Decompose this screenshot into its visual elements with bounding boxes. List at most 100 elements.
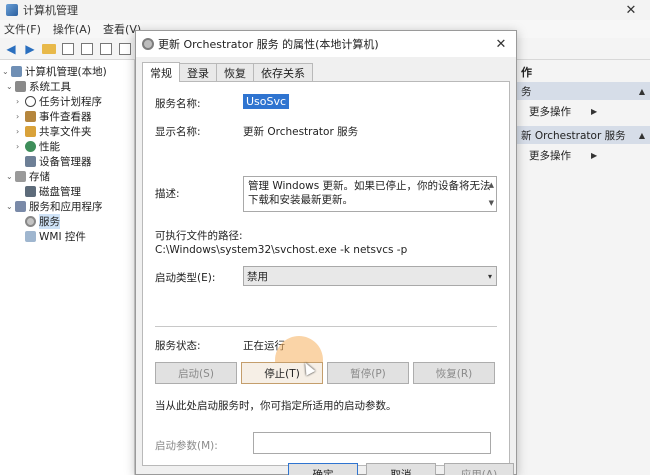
tree-item-event-viewer[interactable]: › 事件查看器 [16,109,92,123]
mmc-close-button[interactable]: ✕ [612,0,650,20]
back-arrow-icon[interactable]: ◀ [4,42,18,56]
tree-item-root[interactable]: ⌄ 计算机管理(本地) [2,64,107,78]
tree-item-label: 设备管理器 [39,155,92,168]
dialog-tabs: 常规 登录 恢复 依存关系 [142,62,313,82]
chevron-down-icon: ▾ [487,271,492,281]
tab-recovery[interactable]: 恢复 [216,63,254,82]
scroll-up-icon[interactable]: ▲ [489,178,494,192]
separator [155,326,497,327]
more-actions-label: 更多操作 [529,150,571,162]
tree-item-system-tools[interactable]: ⌄ 系统工具 [6,79,71,93]
system-tools-icon [15,80,26,92]
startup-type-select[interactable]: 禁用 ▾ [243,266,497,286]
mmc-titlebar: 计算机管理 ✕ [0,0,650,20]
service-properties-dialog: 更新 Orchestrator 服务 的属性(本地计算机) ✕ 常规 登录 恢复… [135,30,517,475]
description-textbox[interactable]: 管理 Windows 更新。如果已停止，你的设备将无法下载和安装最新更新。 ▲ … [243,176,497,212]
pause-button[interactable]: 暂停(P) [327,362,409,384]
menu-file[interactable]: 文件(F) [4,21,41,37]
actions-section-services[interactable]: 务 ▲ [517,82,650,100]
collapse-up-icon[interactable]: ▲ [639,131,645,140]
service-name-label: 服务名称: [155,98,201,110]
tree-item-label: 任务计划程序 [39,95,102,108]
exe-path-value[interactable]: C:\Windows\system32\svchost.exe -k netsv… [155,244,407,256]
cancel-button[interactable]: 取消 [366,463,436,475]
start-params-input[interactable] [253,432,491,454]
expand-icon[interactable]: › [16,142,25,151]
display-name-value[interactable]: 更新 Orchestrator 服务 [243,124,358,139]
tree-item-disk-management[interactable]: 磁盘管理 [25,184,81,198]
service-name-value[interactable]: UsoSvc [243,94,290,109]
start-button[interactable]: 启动(S) [155,362,237,384]
submenu-arrow-icon: ▶ [591,151,598,160]
startup-type-value: 禁用 [247,270,268,283]
event-viewer-icon [25,110,36,122]
tree-item-services-apps[interactable]: ⌄ 服务和应用程序 [6,199,103,213]
ok-button[interactable]: 确定 [288,463,358,475]
device-manager-icon [25,155,36,167]
expand-icon[interactable]: › [16,127,25,136]
collapse-icon[interactable]: ⌄ [6,202,15,211]
dialog-titlebar[interactable]: 更新 Orchestrator 服务 的属性(本地计算机) ✕ [136,31,516,57]
more-actions-label: 更多操作 [529,106,571,118]
disk-icon [25,185,36,197]
help-icon[interactable] [118,42,132,56]
services-apps-icon [15,200,26,212]
more-actions-item[interactable]: 更多操作 ▶ [529,148,597,163]
menu-action[interactable]: 操作(A) [53,21,91,37]
collapse-icon[interactable]: ⌄ [2,67,11,76]
scroll-down-icon[interactable]: ▼ [489,196,494,210]
show-tree-icon[interactable] [61,42,75,56]
computer-icon [11,65,22,77]
dialog-close-button[interactable]: ✕ [492,35,510,53]
folder-icon[interactable] [42,42,56,56]
tree-item-performance[interactable]: › 性能 [16,139,60,153]
properties-icon[interactable] [80,42,94,56]
gear-icon [25,215,36,227]
computer-management-icon [6,4,18,16]
clock-icon [25,95,36,107]
more-actions-item[interactable]: 更多操作 ▶ [529,104,597,119]
tree-item-label: 共享文件夹 [39,125,92,138]
tree-item-storage[interactable]: ⌄ 存储 [6,169,50,183]
description-text: 管理 Windows 更新。如果已停止，你的设备将无法下载和安装最新更新。 [248,180,491,206]
resume-button[interactable]: 恢复(R) [413,362,495,384]
expand-icon[interactable]: › [16,97,25,106]
tab-logon[interactable]: 登录 [179,63,217,82]
actions-pane: 作 务 ▲ 更多操作 ▶ 新 Orchestrator 服务 ▲ 更多操作 ▶ [516,60,650,475]
expand-icon[interactable]: › [16,112,25,121]
tree-item-task-scheduler[interactable]: › 任务计划程序 [16,94,102,108]
service-status-label: 服务状态: [155,340,201,352]
actions-section-label: 务 [521,85,532,98]
general-tab-panel: 服务名称: UsoSvc 显示名称: 更新 Orchestrator 服务 描述… [142,81,510,466]
collapse-icon[interactable]: ⌄ [6,82,15,91]
tree-item-device-manager[interactable]: 设备管理器 [25,154,92,168]
start-params-label: 启动参数(M): [155,440,218,452]
tree-item-label: 存储 [29,170,50,183]
refresh-icon[interactable] [99,42,113,56]
tree-item-label: 系统工具 [29,80,71,93]
forward-arrow-icon[interactable]: ▶ [23,42,37,56]
tab-dependencies[interactable]: 依存关系 [253,63,313,82]
tab-general[interactable]: 常规 [142,62,180,82]
tree-item-label: WMI 控件 [39,230,86,243]
actions-header: 作 [521,66,532,79]
exe-path-label: 可执行文件的路径: [155,230,243,242]
dialog-title: 更新 Orchestrator 服务 的属性(本地计算机) [158,38,379,51]
submenu-arrow-icon: ▶ [591,107,598,116]
tree-item-label: 计算机管理(本地) [25,65,107,78]
start-params-hint: 当从此处启动服务时，你可指定所适用的启动参数。 [155,400,397,412]
tree-item-wmi[interactable]: WMI 控件 [25,229,86,243]
collapse-up-icon[interactable]: ▲ [639,87,645,96]
tree-item-label: 事件查看器 [39,110,92,123]
tree-item-label: 服务和应用程序 [29,200,103,213]
apply-button[interactable]: 应用(A) [444,463,514,475]
tree-item-label: 服务 [39,213,60,229]
tree-item-label: 性能 [39,140,60,153]
tree-item-services[interactable]: 服务 [25,213,60,229]
service-gear-icon [142,38,154,50]
actions-section-orchestrator[interactable]: 新 Orchestrator 服务 ▲ [517,126,650,144]
storage-icon [15,170,26,182]
collapse-icon[interactable]: ⌄ [6,172,15,181]
tree-item-shared-folders[interactable]: › 共享文件夹 [16,124,92,138]
actions-section-label: 新 Orchestrator 服务 [521,129,626,142]
